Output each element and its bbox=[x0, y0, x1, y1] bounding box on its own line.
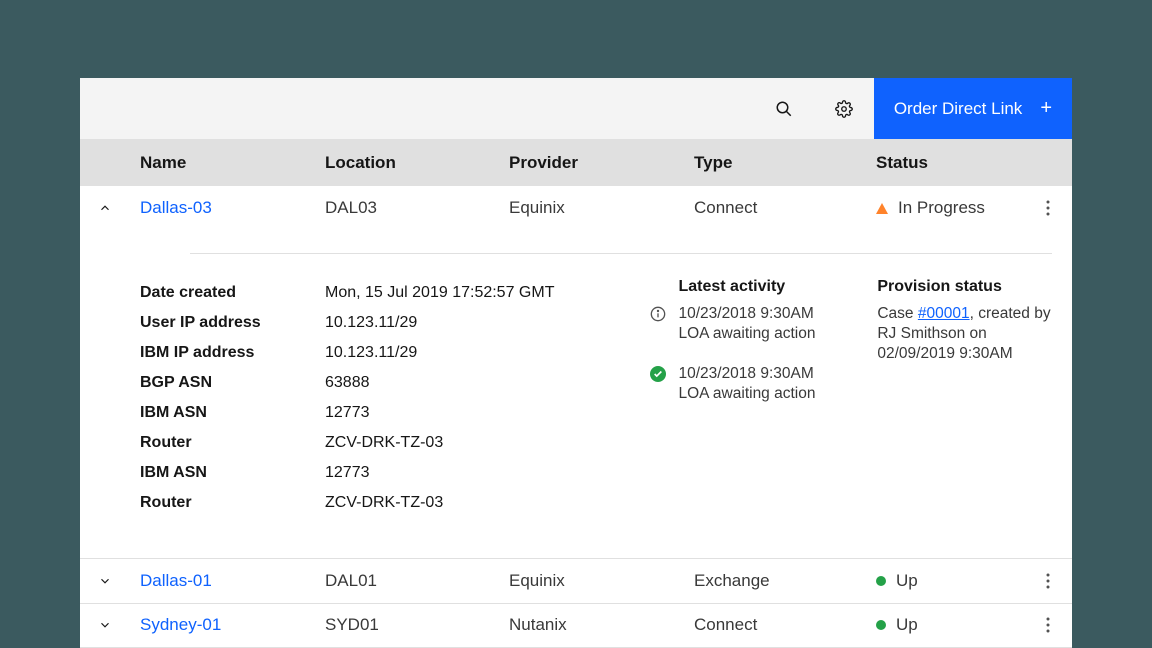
detail-block: Date createdMon, 15 Jul 2019 17:52:57 GM… bbox=[140, 278, 678, 518]
column-header-provider: Provider bbox=[509, 153, 694, 173]
provision-text: Case #00001, created by RJ Smithson on 0… bbox=[877, 304, 1052, 364]
row-status: Up bbox=[876, 615, 1024, 635]
detail-label: IBM ASN bbox=[140, 458, 325, 488]
detail-value: 63888 bbox=[325, 368, 678, 398]
row-location: SYD01 bbox=[325, 615, 509, 635]
plus-icon: + bbox=[1040, 97, 1052, 120]
chevron-up-icon[interactable] bbox=[98, 201, 140, 215]
activity-item: 10/23/2018 9:30AM LOA awaiting action bbox=[678, 304, 877, 344]
chevron-down-icon[interactable] bbox=[98, 574, 140, 588]
info-icon bbox=[650, 306, 666, 322]
row-provider: Nutanix bbox=[509, 615, 694, 635]
warning-triangle-icon bbox=[876, 203, 888, 214]
main-panel: Order Direct Link + Name Location Provid… bbox=[80, 78, 1072, 648]
row-type: Connect bbox=[694, 615, 876, 635]
search-icon[interactable] bbox=[754, 78, 814, 139]
detail-label: Router bbox=[140, 428, 325, 458]
table-header: Name Location Provider Type Status bbox=[80, 139, 1072, 186]
toolbar: Order Direct Link + bbox=[80, 78, 1072, 139]
case-link[interactable]: #00001 bbox=[918, 305, 970, 322]
overflow-menu-icon[interactable] bbox=[1024, 617, 1072, 633]
overflow-menu-icon[interactable] bbox=[1024, 573, 1072, 589]
row-location: DAL01 bbox=[325, 571, 509, 591]
gear-icon[interactable] bbox=[814, 78, 874, 139]
column-header-status: Status bbox=[876, 153, 1024, 173]
row-name-link[interactable]: Sydney-01 bbox=[140, 615, 221, 634]
detail-value: Mon, 15 Jul 2019 17:52:57 GMT bbox=[325, 278, 678, 308]
activity-block: Latest activity 10/23/2018 9:30AM LOA aw… bbox=[678, 278, 877, 518]
column-header-type: Type bbox=[694, 153, 876, 173]
detail-label: Date created bbox=[140, 278, 325, 308]
column-header-location: Location bbox=[325, 153, 509, 173]
order-direct-link-button[interactable]: Order Direct Link + bbox=[874, 78, 1072, 139]
table-row: Dallas-03 DAL03 Equinix Connect In Progr… bbox=[80, 186, 1072, 230]
detail-value: 12773 bbox=[325, 398, 678, 428]
status-up-dot-icon bbox=[876, 576, 886, 586]
row-provider: Equinix bbox=[509, 198, 694, 218]
row-location: DAL03 bbox=[325, 198, 509, 218]
chevron-down-icon[interactable] bbox=[98, 618, 140, 632]
activity-heading: Latest activity bbox=[678, 278, 877, 296]
table-row: Sydney-01 SYD01 Nutanix Connect Up bbox=[80, 604, 1072, 648]
row-type: Exchange bbox=[694, 571, 876, 591]
detail-label: Router bbox=[140, 488, 325, 518]
detail-value: 12773 bbox=[325, 458, 678, 488]
row-status: In Progress bbox=[876, 198, 1024, 218]
row-status: Up bbox=[876, 571, 1024, 591]
detail-value: 10.123.11/29 bbox=[325, 308, 678, 338]
row-name-link[interactable]: Dallas-01 bbox=[140, 571, 212, 590]
detail-value: 10.123.11/29 bbox=[325, 338, 678, 368]
row-name-link[interactable]: Dallas-03 bbox=[140, 198, 212, 217]
detail-label: User IP address bbox=[140, 308, 325, 338]
status-up-dot-icon bbox=[876, 620, 886, 630]
detail-label: IBM IP address bbox=[140, 338, 325, 368]
row-provider: Equinix bbox=[509, 571, 694, 591]
detail-label: BGP ASN bbox=[140, 368, 325, 398]
detail-value: ZCV-DRK-TZ-03 bbox=[325, 488, 678, 518]
detail-label: IBM ASN bbox=[140, 398, 325, 428]
row-type: Connect bbox=[694, 198, 876, 218]
expanded-detail-panel: Date createdMon, 15 Jul 2019 17:52:57 GM… bbox=[80, 229, 1072, 559]
order-button-label: Order Direct Link bbox=[894, 99, 1022, 119]
detail-value: ZCV-DRK-TZ-03 bbox=[325, 428, 678, 458]
check-circle-icon bbox=[650, 366, 666, 382]
table-row: Dallas-01 DAL01 Equinix Exchange Up bbox=[80, 559, 1072, 603]
activity-item: 10/23/2018 9:30AM LOA awaiting action bbox=[678, 364, 877, 404]
provision-heading: Provision status bbox=[877, 278, 1052, 296]
provision-block: Provision status Case #00001, created by… bbox=[877, 278, 1052, 518]
column-header-name: Name bbox=[140, 153, 325, 173]
overflow-menu-icon[interactable] bbox=[1024, 200, 1072, 216]
